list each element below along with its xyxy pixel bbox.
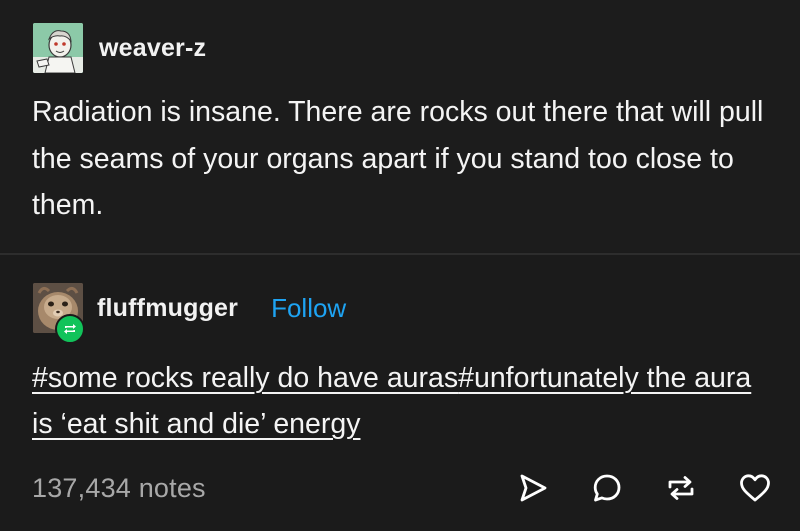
like-icon — [740, 474, 770, 502]
post-actions — [476, 471, 772, 505]
follow-button[interactable]: Follow — [271, 293, 346, 324]
reply-button[interactable] — [590, 471, 624, 505]
weaver-z-avatar[interactable] — [33, 23, 83, 73]
reblog-icon — [668, 476, 694, 500]
user-avatar-drawing-icon — [33, 23, 83, 73]
reblog-icon — [64, 324, 76, 334]
post-divider — [0, 253, 800, 255]
reblog-tags: #some rocks really do have auras#unfortu… — [32, 355, 772, 447]
tumblr-post: weaver-z Radiation is insane. There are … — [0, 0, 800, 531]
post-footer: 137,434 notes — [32, 466, 772, 510]
reblog-username[interactable]: fluffmugger — [97, 294, 238, 323]
original-username[interactable]: weaver-z — [99, 34, 206, 63]
share-button[interactable] — [516, 471, 550, 505]
notes-count[interactable]: 137,434 notes — [32, 473, 206, 504]
reblog-badge — [55, 314, 85, 344]
share-icon — [520, 474, 547, 502]
like-button[interactable] — [738, 471, 772, 505]
original-post-header: weaver-z — [33, 23, 206, 73]
reblog-button[interactable] — [664, 471, 698, 505]
tag-link[interactable]: #some rocks really do have auras — [32, 362, 458, 394]
reply-icon — [593, 474, 621, 502]
original-post-text: Radiation is insane. There are rocks out… — [32, 96, 764, 221]
